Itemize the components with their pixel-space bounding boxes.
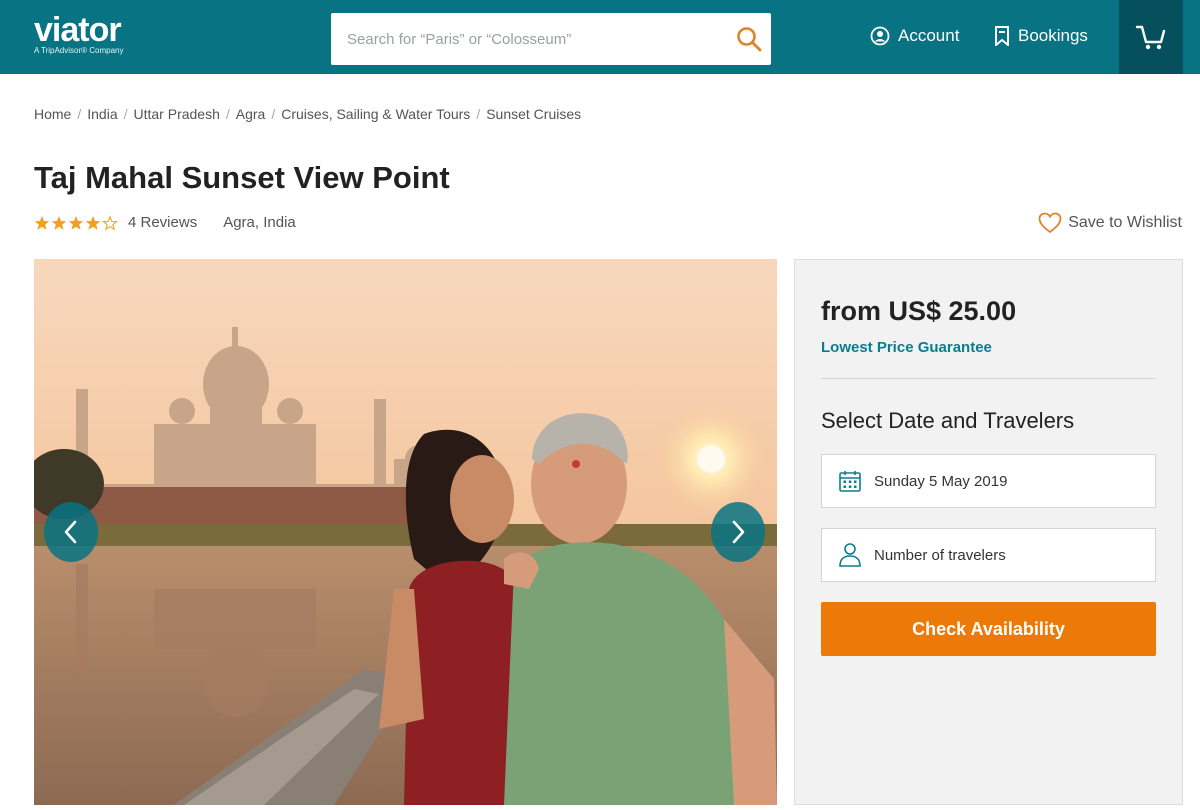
search-input[interactable] — [331, 13, 711, 65]
star-full-icon — [68, 215, 84, 230]
cart-button[interactable] — [1119, 0, 1183, 74]
breadcrumb: Home / India / Uttar Pradesh / Agra / Cr… — [34, 106, 581, 122]
travelers-field[interactable]: Number of travelers — [821, 528, 1156, 582]
breadcrumb-separator: / — [123, 106, 128, 122]
travelers-placeholder: Number of travelers — [874, 546, 1006, 564]
booking-panel: from US$ 25.00 Lowest Price Guarantee Se… — [794, 259, 1183, 805]
product-image-carousel[interactable] — [34, 259, 777, 805]
viator-logo[interactable]: viator A TripAdvisor® Company — [34, 10, 123, 55]
breadcrumb-separator: / — [77, 106, 82, 122]
chevron-left-icon — [64, 520, 77, 544]
star-empty-icon — [102, 214, 118, 231]
carousel-prev-button[interactable] — [44, 502, 98, 562]
panel-divider — [821, 378, 1156, 379]
heart-icon — [1038, 212, 1062, 234]
logo-wordmark: viator — [34, 11, 122, 49]
search-box — [331, 13, 771, 65]
top-nav-bar: viator A TripAdvisor® Company Account Bo… — [0, 0, 1200, 74]
select-date-travelers-heading: Select Date and Travelers — [821, 408, 1075, 433]
breadcrumb-separator: / — [476, 106, 481, 122]
cart-icon — [1135, 25, 1166, 50]
star-rating — [34, 214, 118, 231]
account-icon — [870, 26, 890, 46]
breadcrumb-item-india[interactable]: India — [87, 106, 117, 122]
breadcrumb-separator: / — [271, 106, 276, 122]
carousel-next-button[interactable] — [711, 502, 765, 562]
bookings-icon — [995, 26, 1009, 46]
chevron-right-icon — [732, 520, 745, 544]
date-value: Sunday 5 May 2019 — [874, 472, 1008, 490]
breadcrumb-separator: / — [225, 106, 230, 122]
calendar-icon — [839, 471, 861, 492]
breadcrumb-item-sunset-cruises[interactable]: Sunset Cruises — [486, 106, 581, 122]
hero-photo — [34, 259, 777, 805]
location-text: Agra, India — [223, 214, 296, 231]
person-icon — [839, 543, 861, 567]
logo-tagline: A TripAdvisor® Company — [34, 46, 124, 55]
breadcrumb-item-uttar-pradesh[interactable]: Uttar Pradesh — [134, 106, 220, 122]
breadcrumb-item-home[interactable]: Home — [34, 106, 71, 122]
save-to-wishlist-button[interactable]: Save to Wishlist — [1038, 212, 1182, 234]
breadcrumb-item-cruises[interactable]: Cruises, Sailing & Water Tours — [281, 106, 470, 122]
account-link[interactable]: Account — [870, 26, 959, 46]
bookings-link[interactable]: Bookings — [994, 26, 1088, 46]
page-title: Taj Mahal Sunset View Point — [34, 160, 450, 195]
price-label: from US$ 25.00 — [821, 296, 1017, 326]
search-icon[interactable] — [735, 25, 763, 53]
reviews-link[interactable]: 4 Reviews — [128, 214, 197, 231]
wishlist-label: Save to Wishlist — [1068, 214, 1182, 231]
check-availability-button[interactable]: Check Availability — [821, 602, 1156, 656]
date-picker-field[interactable]: Sunday 5 May 2019 — [821, 454, 1156, 508]
lowest-price-guarantee-link[interactable]: Lowest Price Guarantee — [821, 339, 992, 356]
breadcrumb-item-agra[interactable]: Agra — [236, 106, 266, 122]
account-label: Account — [898, 26, 960, 45]
star-full-icon — [34, 215, 50, 230]
rating-row: 4 Reviews Agra, India — [34, 214, 296, 231]
star-full-icon — [51, 215, 67, 230]
star-full-icon — [85, 215, 101, 230]
bookings-label: Bookings — [1018, 26, 1088, 45]
